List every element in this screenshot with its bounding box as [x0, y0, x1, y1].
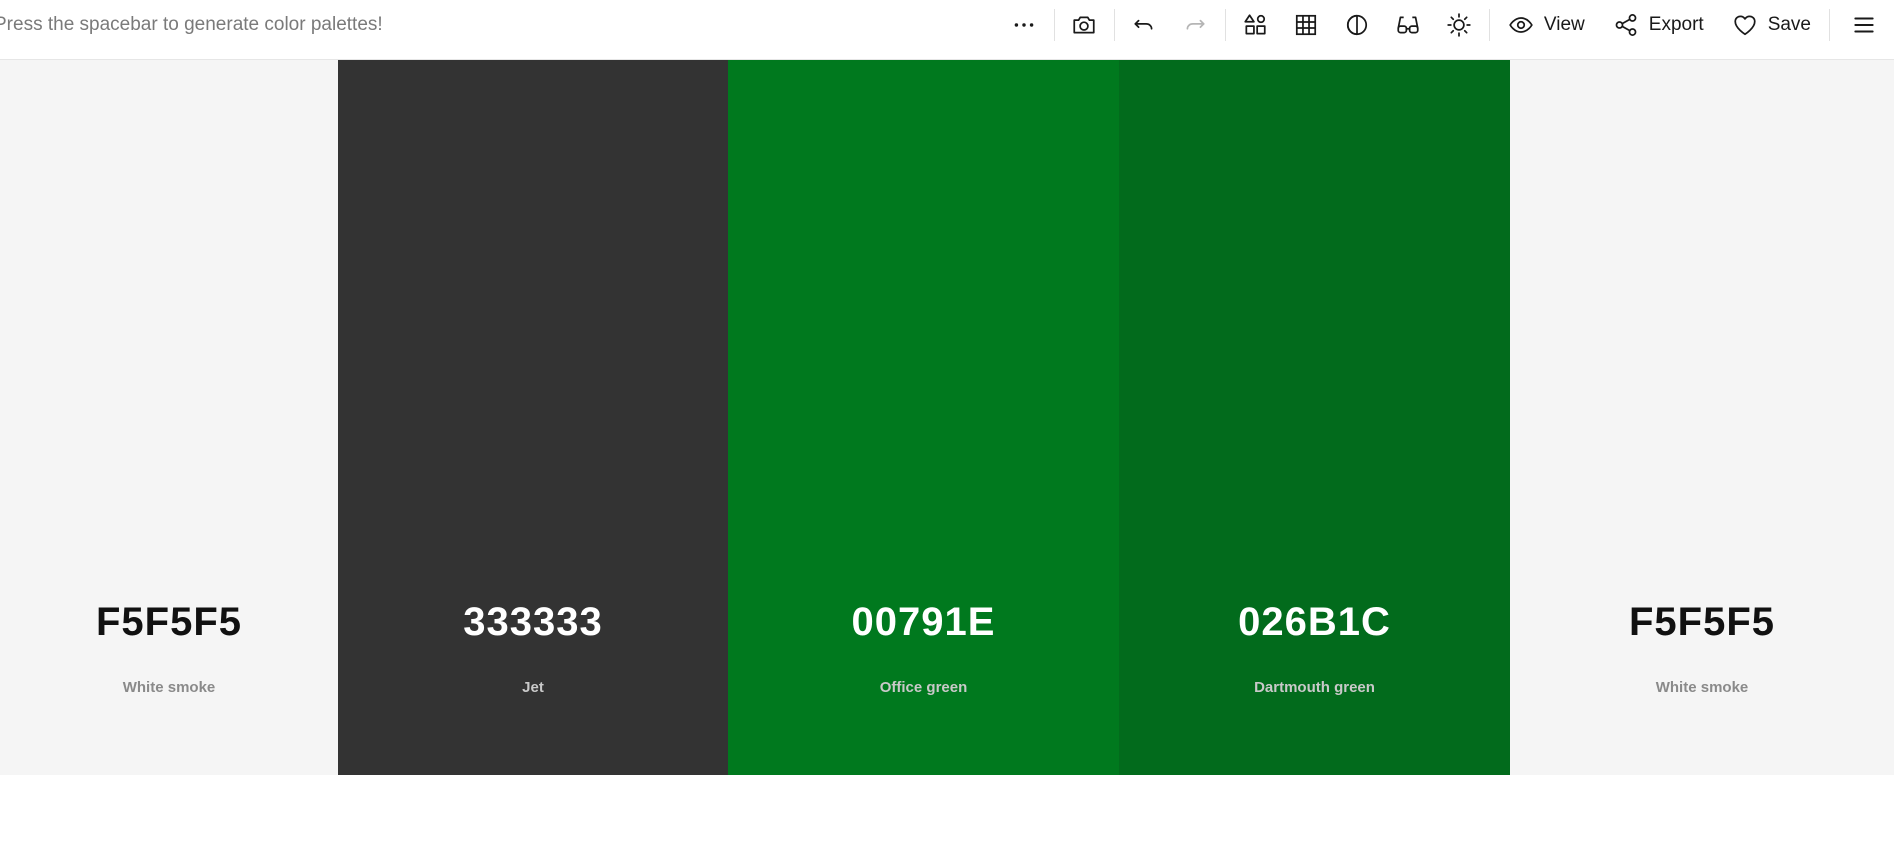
- eye-icon: [1509, 17, 1533, 33]
- share-icon: [1615, 14, 1637, 36]
- adjust-shapes-button[interactable]: [1230, 5, 1281, 45]
- toolbar-divider: [1488, 9, 1490, 41]
- toolbar-divider: [1224, 9, 1226, 41]
- save-label: Save: [1767, 14, 1811, 35]
- color-swatch[interactable]: 026B1C Dartmouth green: [1119, 60, 1510, 775]
- swatch-hex-code[interactable]: F5F5F5: [1510, 600, 1894, 645]
- color-swatch[interactable]: F5F5F5 White smoke: [1510, 60, 1894, 775]
- main-menu-button[interactable]: [1834, 5, 1894, 45]
- swatch-color-name[interactable]: Office green: [728, 679, 1119, 696]
- swatch-color-name[interactable]: Jet: [338, 679, 728, 696]
- heart-icon: [1734, 15, 1756, 36]
- swatch-color-name[interactable]: Dartmouth green: [1119, 679, 1510, 696]
- spacebar-hint: Press the spacebar to generate color pal…: [0, 14, 383, 35]
- brightness-button[interactable]: [1434, 5, 1485, 45]
- view-button[interactable]: View: [1494, 5, 1599, 45]
- redo-icon: [1186, 19, 1205, 30]
- color-palette: F5F5F5 White smoke 333333 Jet 00791E Off…: [0, 60, 1894, 775]
- undo-button[interactable]: [1119, 5, 1170, 45]
- hamburger-menu-icon: [1854, 17, 1874, 33]
- toolbar-divider: [1829, 9, 1830, 41]
- save-button[interactable]: Save: [1718, 5, 1825, 45]
- color-swatch[interactable]: 333333 Jet: [338, 60, 728, 775]
- top-bar: Press the spacebar to generate color pal…: [0, 0, 1894, 60]
- toolbar: View Export Save: [999, 0, 1894, 50]
- swatch-hex-code[interactable]: F5F5F5: [0, 600, 338, 645]
- shapes-icon: [1244, 14, 1267, 35]
- more-options-button[interactable]: [999, 5, 1050, 45]
- toolbar-divider: [1053, 9, 1055, 41]
- undo-icon: [1134, 19, 1153, 30]
- glasses-icon: [1397, 16, 1420, 34]
- swatch-color-name[interactable]: White smoke: [0, 679, 338, 696]
- camera-button[interactable]: [1059, 5, 1110, 45]
- more-horizontal-icon: [1015, 23, 1034, 27]
- grid-button[interactable]: [1281, 5, 1332, 45]
- camera-icon: [1073, 16, 1096, 34]
- contrast-icon: [1347, 14, 1368, 36]
- swatch-hex-code[interactable]: 026B1C: [1119, 600, 1510, 645]
- grid-icon: [1296, 14, 1317, 36]
- redo-button[interactable]: [1170, 5, 1221, 45]
- view-label: View: [1543, 14, 1585, 35]
- contrast-button[interactable]: [1332, 5, 1383, 45]
- toolbar-divider: [1113, 9, 1115, 41]
- export-label: Export: [1648, 14, 1704, 35]
- export-button[interactable]: Export: [1599, 5, 1718, 45]
- sun-icon: [1447, 13, 1472, 37]
- swatch-color-name[interactable]: White smoke: [1510, 679, 1894, 696]
- color-swatch[interactable]: F5F5F5 White smoke: [0, 60, 338, 775]
- color-swatch[interactable]: 00791E Office green: [728, 60, 1119, 775]
- color-blindness-button[interactable]: [1383, 5, 1434, 45]
- swatch-hex-code[interactable]: 00791E: [728, 600, 1119, 645]
- swatch-hex-code[interactable]: 333333: [338, 600, 728, 645]
